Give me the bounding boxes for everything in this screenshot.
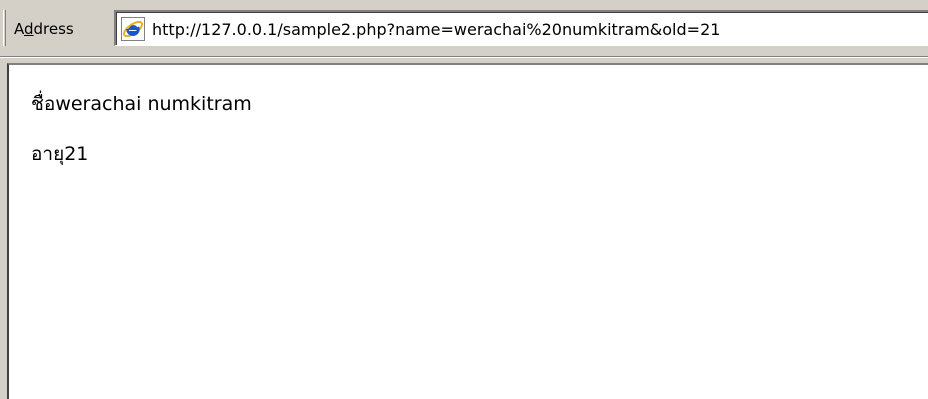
page-content: ชื่อwerachai numkitram อายุ21	[31, 91, 252, 167]
address-label-prefix: A	[14, 20, 24, 38]
address-label[interactable]: Address	[14, 20, 74, 38]
address-label-suffix: dress	[33, 20, 74, 38]
ie-page-icon	[121, 17, 145, 41]
toolbar-separator	[0, 56, 928, 58]
age-line: อายุ21	[31, 141, 252, 167]
name-label: ชื่อ	[31, 93, 56, 115]
name-value: werachai numkitram	[55, 93, 252, 115]
address-label-accelerator: d	[24, 20, 34, 38]
address-bar: Address http://127.0.0.1/sample2.php?nam…	[0, 0, 928, 56]
toolbar-grip[interactable]	[3, 10, 6, 46]
name-line: ชื่อwerachai numkitram	[31, 91, 252, 117]
age-value: 21	[64, 143, 89, 165]
page-viewport[interactable]: ชื่อwerachai numkitram อายุ21	[7, 63, 928, 399]
age-label: อายุ	[31, 143, 65, 165]
address-input[interactable]: http://127.0.0.1/sample2.php?name=werach…	[114, 10, 928, 46]
browser-window: Address http://127.0.0.1/sample2.php?nam…	[0, 0, 928, 399]
url-text[interactable]: http://127.0.0.1/sample2.php?name=werach…	[152, 20, 720, 39]
